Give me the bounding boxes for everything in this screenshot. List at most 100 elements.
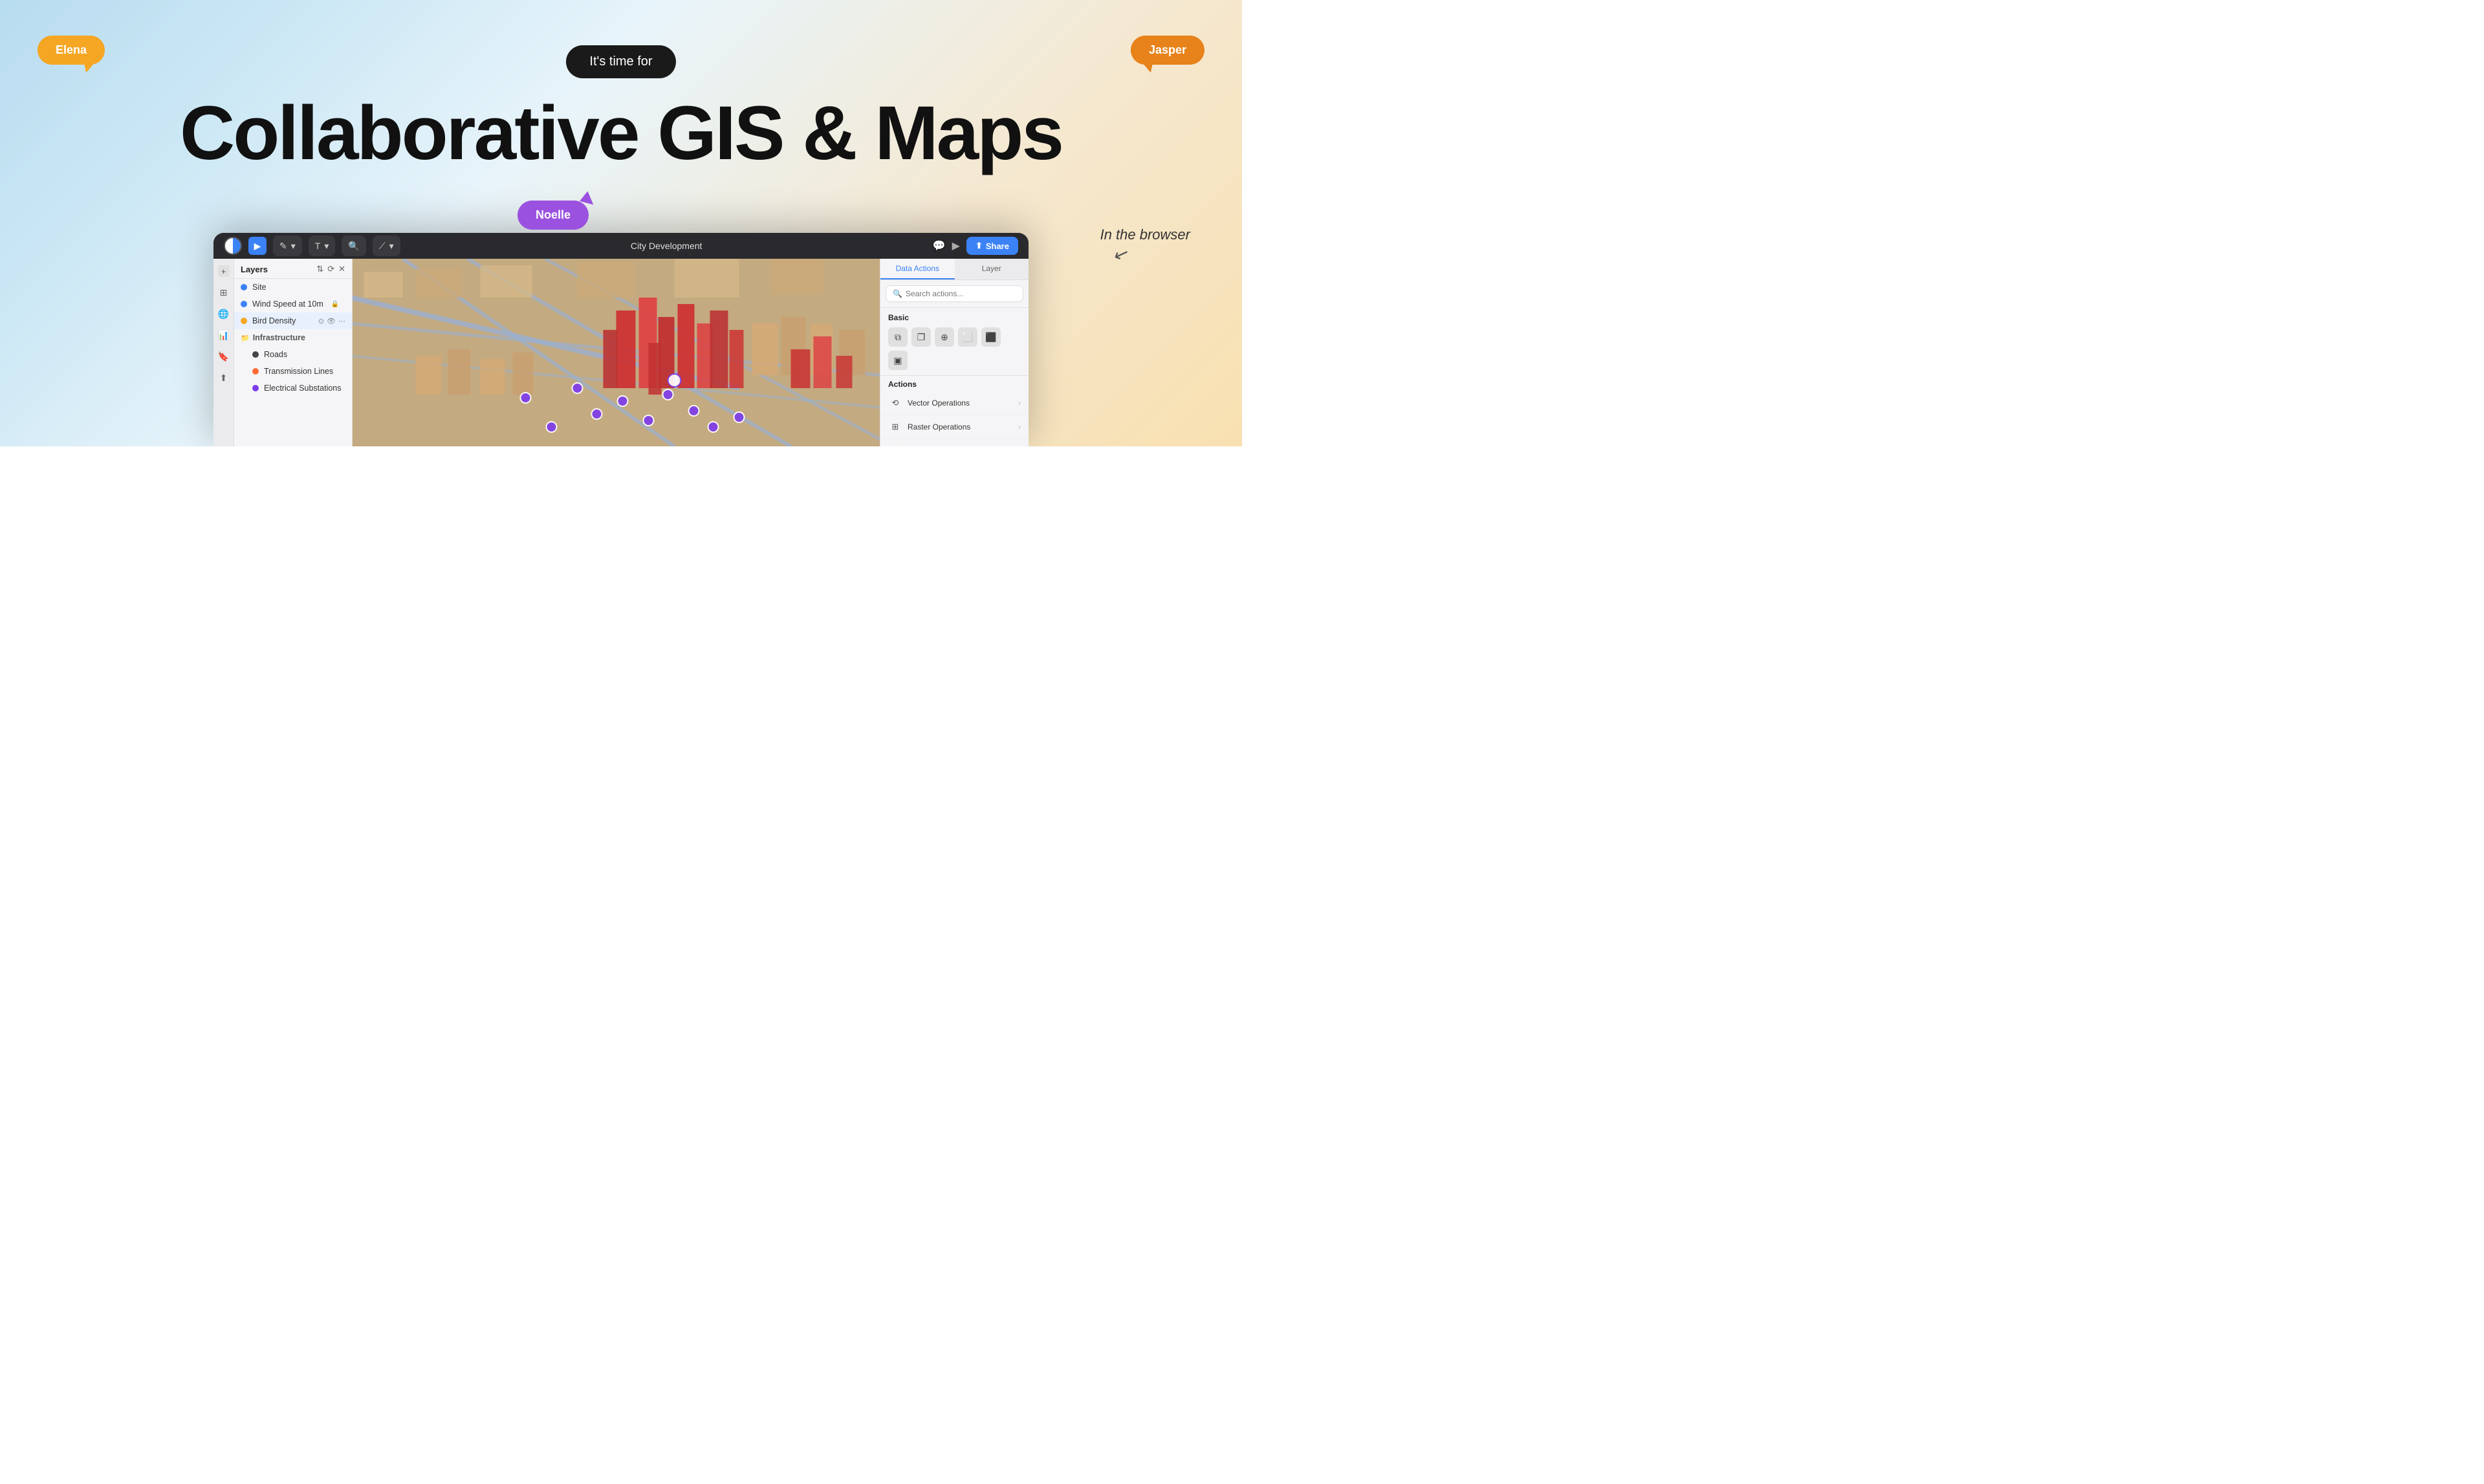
add-button[interactable]: + (218, 265, 230, 277)
tab-data-actions[interactable]: Data Actions (880, 259, 955, 279)
pencil-icon: ✎ (279, 241, 287, 252)
layer-color-dot (252, 385, 259, 391)
layers-actions: ⇅ ⟳ ✕ (316, 264, 345, 274)
vector-icon: ⟲ (888, 396, 902, 410)
panel-search: 🔍 (880, 280, 1029, 308)
layers-title: Layers (241, 265, 268, 274)
action-tools-workflows[interactable]: ⚡ Tools & Workflows › (880, 439, 1029, 446)
browser-arrow-icon: ↙ (1111, 241, 1132, 267)
search-tool-group: 🔍 (342, 235, 365, 256)
tool-copy[interactable]: ⧉ (888, 327, 908, 347)
basic-tools-group: ⧉ ❒ ⊕ ⬜ ⬛ ▣ (880, 325, 1029, 375)
layers-header: Layers ⇅ ⟳ ✕ (234, 259, 352, 279)
search-icon: 🔍 (348, 241, 359, 252)
app-content: + ⊞ 🌐 📊 🔖 ⬆ Layers ⇅ ⟳ ✕ (213, 259, 1029, 446)
layer-color-dot (241, 284, 247, 290)
layers-main: Layers ⇅ ⟳ ✕ Site (234, 259, 352, 446)
lock-icon: 🔒 (331, 301, 339, 308)
measure-icon: ⟋ (379, 241, 386, 252)
layer-item-site[interactable]: Site (234, 279, 352, 296)
layer-group-infrastructure[interactable]: 📁 Infrastructure (234, 329, 352, 346)
globe-nav-icon[interactable]: 🌐 (218, 309, 229, 320)
title-bar-left: ▶ ✎ ▾ T ▾ 🔍 ⟋ ▾ (224, 235, 400, 256)
project-title: City Development (631, 241, 703, 251)
chevron-icon2: ▾ (324, 241, 329, 252)
layer-color-dot (241, 301, 247, 307)
layer-label: Roads (264, 350, 287, 359)
group-label: Infrastructure (253, 333, 305, 342)
search-icon: 🔍 (893, 289, 902, 298)
tool-duplicate[interactable]: ❒ (911, 327, 931, 347)
layer-label: Wind Speed at 10m (252, 300, 323, 309)
chart-icon[interactable]: 📊 (218, 330, 229, 341)
bubble-elena: Elena (38, 36, 105, 65)
tab-layer[interactable]: Layer (955, 259, 1029, 279)
layer-label: Site (252, 283, 267, 292)
text-icon: T (315, 241, 321, 251)
upload-icon[interactable]: ⬆ (220, 373, 228, 384)
left-sidebar: + ⊞ 🌐 📊 🔖 ⬆ Layers ⇅ ⟳ ✕ (213, 259, 353, 446)
target-icon[interactable]: ⊙ (318, 317, 324, 325)
title-bar: ▶ ✎ ▾ T ▾ 🔍 ⟋ ▾ City Development (213, 233, 1029, 259)
layer-label: Electrical Substations (264, 384, 342, 393)
sort-button[interactable]: ⇅ (316, 264, 323, 274)
chevron-icon: ▾ (291, 241, 296, 252)
layers-panel: + ⊞ 🌐 📊 🔖 ⬆ Layers ⇅ ⟳ ✕ (213, 259, 352, 446)
layer-label: Bird Density (252, 316, 296, 325)
layers-icon[interactable]: ⊞ (220, 287, 228, 298)
title-bar-right: 💬 ▶ ⬆ Share (933, 237, 1018, 255)
close-layers-button[interactable]: ✕ (338, 264, 345, 274)
map-canvas (353, 259, 880, 446)
eye-icon[interactable]: 👁 (327, 317, 336, 325)
raster-icon: ⊞ (888, 420, 902, 434)
play-button[interactable]: ▶ (952, 239, 960, 252)
actions-section-title: Actions (880, 375, 1029, 391)
basic-section-title: Basic (880, 308, 1029, 325)
measure-tools-group: ⟋ ▾ (373, 235, 400, 256)
search-input[interactable] (906, 289, 1016, 298)
chevron-icon3: ▾ (389, 241, 394, 252)
arrow-icon: › (1018, 422, 1021, 431)
search-box[interactable]: 🔍 (886, 285, 1023, 302)
share-button[interactable]: ⬆ Share (966, 237, 1018, 255)
tool-intersect[interactable]: ▣ (888, 351, 908, 370)
tool-clip[interactable]: ⬜ (958, 327, 977, 347)
tool-erase[interactable]: ⬛ (981, 327, 1001, 347)
draw-tools-group: ✎ ▾ (273, 235, 302, 256)
arrow-icon: › (1018, 398, 1021, 408)
action-vector-operations[interactable]: ⟲ Vector Operations › (880, 391, 1029, 415)
action-vector-label: Vector Operations (908, 398, 1013, 408)
sidebar-icons: + ⊞ 🌐 📊 🔖 ⬆ (213, 259, 234, 446)
hero-section: Elena Jasper Noelle It's time for Collab… (0, 0, 1242, 446)
main-headline: Collaborative GIS & Maps (180, 94, 1062, 174)
layer-color-dot (252, 351, 259, 358)
layer-item-wind[interactable]: Wind Speed at 10m 🔒 (234, 296, 352, 312)
layer-color-dot (252, 368, 259, 375)
right-panel-tabs: Data Actions Layer (880, 259, 1029, 280)
refresh-button[interactable]: ⟳ (327, 264, 334, 274)
globe-icon (224, 237, 242, 255)
layer-item-bird[interactable]: Bird Density ⊙ 👁 ⋯ (234, 312, 352, 329)
more-icon[interactable]: ⋯ (338, 317, 345, 325)
folder-icon: 📁 (241, 334, 250, 342)
layer-label: Transmission Lines (264, 367, 333, 376)
layer-action-icons: ⊙ 👁 ⋯ (318, 317, 345, 325)
action-raster-label: Raster Operations (908, 422, 1013, 431)
comment-button[interactable]: 💬 (933, 239, 946, 252)
action-raster-operations[interactable]: ⊞ Raster Operations › (880, 415, 1029, 439)
text-tools-group: T ▾ (309, 235, 336, 256)
share-icon: ⬆ (975, 241, 983, 251)
bubble-jasper: Jasper (1131, 36, 1204, 65)
layer-color-dot (241, 318, 247, 324)
tools-icon: ⚡ (888, 444, 902, 446)
layer-item-roads[interactable]: Roads (234, 346, 352, 363)
tool-merge[interactable]: ⊕ (935, 327, 954, 347)
layer-item-electrical[interactable]: Electrical Substations (234, 380, 352, 397)
layer-item-transmission[interactable]: Transmission Lines (234, 363, 352, 380)
in-browser-label: In the browser (1100, 226, 1190, 243)
bubble-noelle: Noelle (518, 201, 589, 230)
right-panel: Data Actions Layer 🔍 Basic ⧉ ❒ ⊕ (880, 259, 1029, 446)
map-area[interactable] (353, 259, 880, 446)
nav-back-button[interactable]: ▶ (248, 237, 267, 255)
bookmark-icon[interactable]: 🔖 (218, 351, 229, 362)
